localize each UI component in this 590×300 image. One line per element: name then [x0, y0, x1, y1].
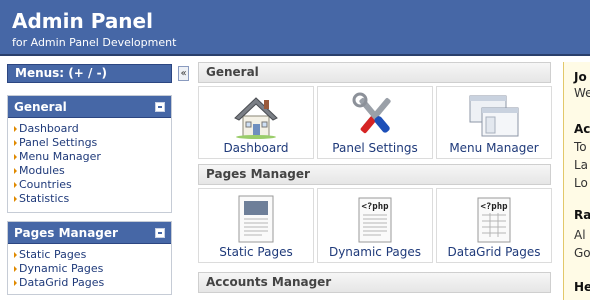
right-line: Al [574, 228, 586, 242]
tile-panel-settings-label: Panel Settings [332, 141, 418, 155]
tile-menu-manager[interactable]: Menu Manager [436, 86, 552, 159]
sidebar-item-statistics[interactable]: Statistics [14, 192, 171, 206]
sidebar-item-datagrid-pages[interactable]: DataGrid Pages [14, 276, 171, 290]
sidebar-general-list: Dashboard Panel Settings Menu Manager Mo… [8, 118, 171, 212]
sidebar-pages-title: Pages Manager [14, 226, 118, 240]
section-pages-header: Pages Manager [198, 164, 551, 185]
sidebar-item-dashboard[interactable]: Dashboard [14, 122, 171, 136]
sidebar-general-panel: General Dashboard Panel Settings Menu Ma… [7, 95, 172, 213]
right-line: Go [574, 246, 590, 260]
sidebar-item-panel-settings[interactable]: Panel Settings [14, 136, 171, 150]
tile-menu-manager-label: Menu Manager [449, 141, 539, 155]
section-general-header: General [198, 62, 551, 83]
house-icon [234, 97, 278, 139]
windows-icon [469, 95, 519, 137]
svg-text:<?php: <?php [361, 202, 389, 212]
static-page-icon [238, 195, 274, 243]
app-subtitle: for Admin Panel Development [12, 36, 177, 49]
sidebar-item-menu-manager[interactable]: Menu Manager [14, 150, 171, 164]
php-grid-page-icon: <?php [477, 197, 511, 243]
tile-dashboard[interactable]: Dashboard [198, 86, 314, 159]
sidebar-item-modules[interactable]: Modules [14, 164, 171, 178]
sidebar-pages-panel: Pages Manager Static Pages Dynamic Pages… [7, 221, 172, 295]
tile-datagrid-pages[interactable]: <?php DataGrid Pages [436, 188, 552, 263]
tile-panel-settings[interactable]: Panel Settings [317, 86, 433, 159]
svg-text:<?php: <?php [480, 202, 508, 212]
minimize-icon[interactable] [155, 228, 165, 238]
sidebar-item-dynamic-pages[interactable]: Dynamic Pages [14, 262, 171, 276]
sidebar-item-static-pages[interactable]: Static Pages [14, 248, 171, 262]
sidebar-general-title: General [14, 100, 67, 114]
tile-dynamic-pages-label: Dynamic Pages [328, 245, 422, 259]
tile-static-pages-label: Static Pages [219, 245, 293, 259]
right-line: To [574, 140, 587, 154]
app-header: Admin Panel for Admin Panel Development [0, 0, 590, 56]
menus-toggle[interactable]: Menus: (+ / -) [7, 64, 172, 83]
sidebar-pages-list: Static Pages Dynamic Pages DataGrid Page… [8, 244, 171, 296]
right-line: We [574, 86, 590, 100]
right-line: He [574, 280, 590, 294]
minimize-icon[interactable] [155, 102, 165, 112]
right-line: Ac [574, 122, 590, 136]
php-page-icon: <?php [358, 197, 392, 243]
app-title: Admin Panel [12, 9, 153, 33]
section-accounts-header: Accounts Manager [198, 272, 551, 293]
right-line: Ra [574, 208, 590, 222]
tile-dashboard-label: Dashboard [223, 141, 289, 155]
right-line: Lo [574, 176, 588, 190]
right-line: Jo [574, 70, 587, 84]
tile-datagrid-pages-label: DataGrid Pages [447, 245, 541, 259]
right-line: La [574, 158, 589, 172]
sidebar-item-countries[interactable]: Countries [14, 178, 171, 192]
right-info-panel: Jo We Ac To La Lo Ra Al Go He [563, 62, 590, 300]
tile-static-pages[interactable]: Static Pages [198, 188, 314, 263]
sidebar-general-header[interactable]: General [8, 96, 171, 118]
tools-icon [352, 92, 391, 134]
collapse-sidebar-button[interactable]: « [178, 66, 189, 81]
sidebar-pages-header[interactable]: Pages Manager [8, 222, 171, 244]
tile-dynamic-pages[interactable]: <?php Dynamic Pages [317, 188, 433, 263]
